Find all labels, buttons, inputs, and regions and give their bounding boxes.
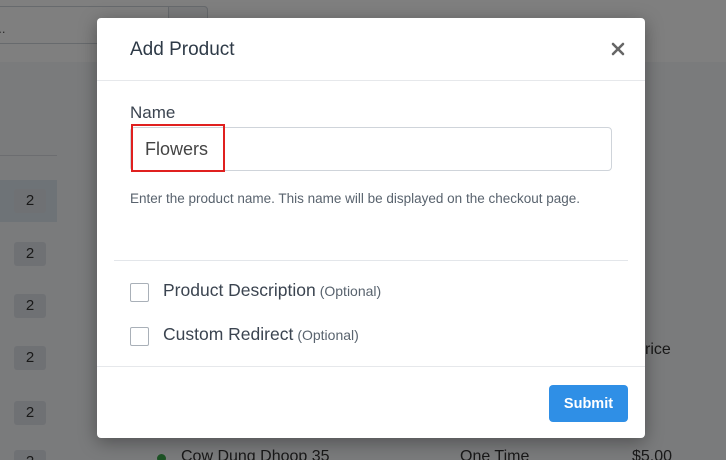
product-name-input[interactable] [130, 127, 612, 171]
add-product-modal: Add Product Name Enter the product name.… [97, 18, 645, 438]
optional-tag: (Optional) [297, 327, 359, 343]
custom-redirect-checkbox[interactable] [130, 327, 149, 346]
option-label: Product Description [163, 280, 316, 300]
product-description-label: Product Description (Optional) [163, 280, 381, 301]
submit-button[interactable]: Submit [549, 385, 628, 422]
close-button[interactable] [607, 38, 629, 60]
option-label: Custom Redirect [163, 324, 294, 344]
custom-redirect-label: Custom Redirect (Optional) [163, 324, 359, 345]
optional-tag: (Optional) [319, 283, 382, 299]
name-label: Name [130, 103, 176, 122]
modal-footer-divider [97, 366, 645, 367]
custom-redirect-option[interactable]: Custom Redirect (Optional) [130, 324, 400, 348]
name-help-text: Enter the product name. This name will b… [130, 191, 581, 206]
product-description-option[interactable]: Product Description (Optional) [130, 280, 430, 304]
modal-header: Add Product [97, 18, 645, 81]
close-icon [611, 42, 625, 56]
modal-title: Add Product [130, 39, 235, 60]
product-description-checkbox[interactable] [130, 283, 149, 302]
section-divider [114, 260, 628, 261]
